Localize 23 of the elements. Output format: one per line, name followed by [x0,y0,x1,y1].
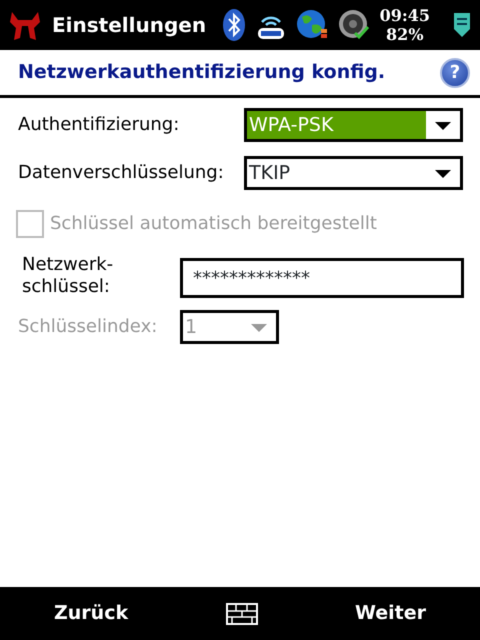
dropdown-arrow-icon [434,119,452,131]
field-label: Schlüsselindex: [18,316,158,338]
field-label: Netzwerk- schlüssel: [21,254,114,298]
page-title: Netzwerkauthentifizierung konfig. [18,60,386,86]
clock-time: 09:45 [380,6,430,25]
dropdown[interactable]: TKIP [244,156,463,190]
menu-arrow-icon[interactable] [452,11,472,39]
battery-level: 82% [385,25,425,44]
password-field[interactable]: ************* [180,258,464,298]
next-button[interactable]: Weiter [354,599,426,628]
dropdown: 1 [180,310,279,344]
globe-icon[interactable] [296,9,328,41]
field-label: Authentifizierung: [18,114,180,136]
back-button[interactable]: Zurück [54,599,128,628]
bluetooth-icon[interactable] [222,8,246,42]
speaker-icon[interactable] [338,9,370,41]
help-button[interactable]: ? [440,58,470,88]
keyboard-icon[interactable] [226,602,258,624]
dropdown-arrow-icon [434,167,452,179]
checkbox-label: Schlüssel automatisch bereitgestellt [50,213,377,235]
field-label: Datenverschlüsselung: [18,162,225,184]
app-title: Einstellungen [52,12,206,39]
dropdown-arrow-icon [250,321,268,333]
